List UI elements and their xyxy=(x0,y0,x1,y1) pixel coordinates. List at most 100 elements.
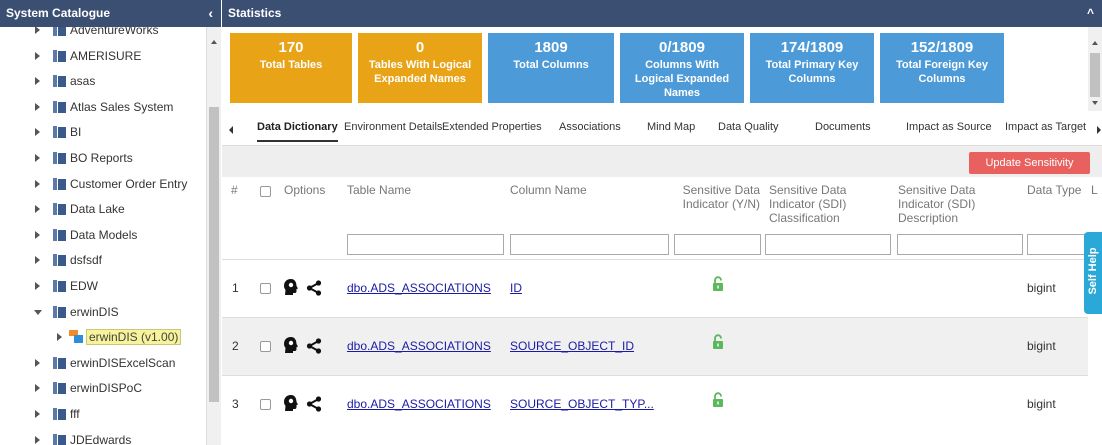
tab-associations[interactable]: Associations xyxy=(559,121,621,133)
chevron-up-icon[interactable]: ^ xyxy=(1087,0,1094,27)
tab-mind-map[interactable]: Mind Map xyxy=(647,121,695,133)
filter-sdi-classification[interactable] xyxy=(765,234,891,255)
table-name-link[interactable]: dbo.ADS_ASSOCIATIONS xyxy=(347,397,491,411)
lock-icon[interactable] xyxy=(712,334,724,350)
expand-arrow-icon[interactable] xyxy=(35,154,40,162)
database-icon xyxy=(53,254,66,267)
tree-item[interactable]: asas xyxy=(0,69,206,94)
tree-item-label: JDEdwards xyxy=(70,432,132,445)
scroll-up-icon[interactable] xyxy=(211,40,217,44)
expand-arrow-icon[interactable] xyxy=(35,102,40,111)
tree-item[interactable]: Customer Order Entry xyxy=(0,172,206,197)
column-name-link[interactable]: ID xyxy=(510,281,522,295)
col-header-column-name[interactable]: Column Name xyxy=(510,183,587,197)
tree-item[interactable]: erwinDIS xyxy=(0,300,206,325)
share-icon[interactable] xyxy=(306,280,322,296)
tab-impact-as-source[interactable]: Impact as Source xyxy=(906,121,992,133)
tab-scroll-left-icon[interactable] xyxy=(229,126,233,134)
tree-item[interactable]: AMERISURE xyxy=(0,44,206,69)
tree-item[interactable]: Data Models xyxy=(0,223,206,248)
table-row: 2 dbo.ADS_ASSOCIATIONS SOURCE_OBJECT_ID big… xyxy=(222,317,1088,375)
col-header-num: # xyxy=(231,183,238,197)
column-name-link[interactable]: SOURCE_OBJECT_ID xyxy=(510,339,634,353)
expand-arrow-icon[interactable] xyxy=(35,51,40,60)
expand-arrow-icon[interactable] xyxy=(35,27,40,34)
scroll-down-icon[interactable] xyxy=(1092,101,1098,105)
mind-map-icon[interactable] xyxy=(283,394,299,412)
tree-item[interactable]: BI xyxy=(0,120,206,145)
expand-arrow-icon[interactable] xyxy=(35,358,40,367)
stats-scrollbar[interactable] xyxy=(1088,27,1102,111)
filter-data-type[interactable] xyxy=(1027,234,1088,255)
filter-sdi-yn[interactable] xyxy=(674,234,761,255)
table-name-link[interactable]: dbo.ADS_ASSOCIATIONS xyxy=(347,281,491,295)
col-header-more[interactable]: L xyxy=(1091,183,1098,197)
tab-impact-as-target[interactable]: Impact as Target xyxy=(1005,121,1086,133)
filter-table-name[interactable] xyxy=(347,234,504,255)
tree-item[interactable]: fff xyxy=(0,402,206,427)
self-help-button[interactable]: Self Help xyxy=(1084,232,1102,314)
mind-map-icon[interactable] xyxy=(283,278,299,296)
col-header-data-type[interactable]: Data Type xyxy=(1027,183,1081,197)
tree-item[interactable]: BO Reports xyxy=(0,146,206,171)
row-checkbox[interactable] xyxy=(260,341,271,352)
tab-extended-properties[interactable]: Extended Properties xyxy=(442,121,542,133)
expand-arrow-icon[interactable] xyxy=(35,128,40,137)
catalogue-scrollbar[interactable] xyxy=(206,27,221,445)
expand-arrow-icon[interactable] xyxy=(35,435,40,444)
expand-arrow-icon[interactable] xyxy=(35,256,40,265)
tab-data-dictionary[interactable]: Data Dictionary xyxy=(257,121,338,142)
data-type-value: bigint xyxy=(1027,397,1056,411)
col-header-sdi-yn[interactable]: Sensitive Data Indicator (Y/N) xyxy=(672,183,760,211)
tab-data-quality[interactable]: Data Quality xyxy=(718,121,779,133)
expand-arrow-icon[interactable] xyxy=(57,333,62,342)
tree-item[interactable]: JDEdwards xyxy=(0,428,206,445)
tab-documents[interactable]: Documents xyxy=(815,121,871,133)
tree-item[interactable]: dsfsdf xyxy=(0,248,206,273)
tree-item[interactable]: erwinDISExcelScan xyxy=(0,351,206,376)
tree-item[interactable]: EDW xyxy=(0,274,206,299)
lock-icon[interactable] xyxy=(712,276,724,292)
lock-icon[interactable] xyxy=(712,392,724,408)
tree-item[interactable]: erwinDISPoC xyxy=(0,376,206,401)
catalogue-tree: AdventureWorks AMERISURE asas Atlas Sales S… xyxy=(0,27,206,445)
col-header-sdi-classification[interactable]: Sensitive Data Indicator (SDI) Classific… xyxy=(769,183,879,225)
expand-arrow-icon[interactable] xyxy=(35,205,40,214)
table-row: 3 dbo.ADS_ASSOCIATIONS SOURCE_OBJECT_TYP..… xyxy=(222,375,1088,433)
row-number: 3 xyxy=(232,397,239,411)
database-icon xyxy=(53,177,66,190)
expand-arrow-icon[interactable] xyxy=(35,282,40,290)
chevron-left-icon[interactable]: ‹ xyxy=(208,0,213,27)
update-sensitivity-button[interactable]: Update Sensitivity xyxy=(969,152,1090,174)
scroll-up-icon[interactable] xyxy=(1092,41,1098,45)
col-header-table-name[interactable]: Table Name xyxy=(347,183,411,197)
column-name-link[interactable]: SOURCE_OBJECT_TYP... xyxy=(510,397,654,411)
stat-label: Columns With Logical Expanded Names xyxy=(634,59,730,99)
table-name-link[interactable]: dbo.ADS_ASSOCIATIONS xyxy=(347,339,491,353)
share-icon[interactable] xyxy=(306,338,322,354)
mind-map-icon[interactable] xyxy=(283,336,299,354)
tab-scroll-right-icon[interactable] xyxy=(1097,126,1101,134)
database-icon xyxy=(53,228,66,241)
row-checkbox[interactable] xyxy=(260,283,271,294)
expand-arrow-icon[interactable] xyxy=(35,77,40,86)
tree-item[interactable]: erwinDIS (v1.00) xyxy=(0,325,206,350)
expand-arrow-icon[interactable] xyxy=(35,230,40,239)
tree-item[interactable]: AdventureWorks xyxy=(0,27,206,43)
scroll-thumb[interactable] xyxy=(1090,53,1100,97)
scroll-thumb[interactable] xyxy=(209,107,219,402)
select-all-checkbox[interactable] xyxy=(260,186,271,197)
share-icon[interactable] xyxy=(306,396,322,412)
expand-arrow-icon[interactable] xyxy=(35,179,40,188)
filter-sdi-description[interactable] xyxy=(897,234,1023,255)
tab-environment-details[interactable]: Environment Details xyxy=(344,121,442,133)
database-icon xyxy=(53,305,66,318)
row-checkbox[interactable] xyxy=(260,399,271,410)
collapse-arrow-icon[interactable] xyxy=(34,309,42,315)
tree-item[interactable]: Atlas Sales System xyxy=(0,95,206,120)
expand-arrow-icon[interactable] xyxy=(35,410,40,418)
filter-column-name[interactable] xyxy=(510,234,669,255)
col-header-sdi-description[interactable]: Sensitive Data Indicator (SDI) Descripti… xyxy=(898,183,998,225)
expand-arrow-icon[interactable] xyxy=(35,384,40,393)
tree-item[interactable]: Data Lake xyxy=(0,197,206,222)
